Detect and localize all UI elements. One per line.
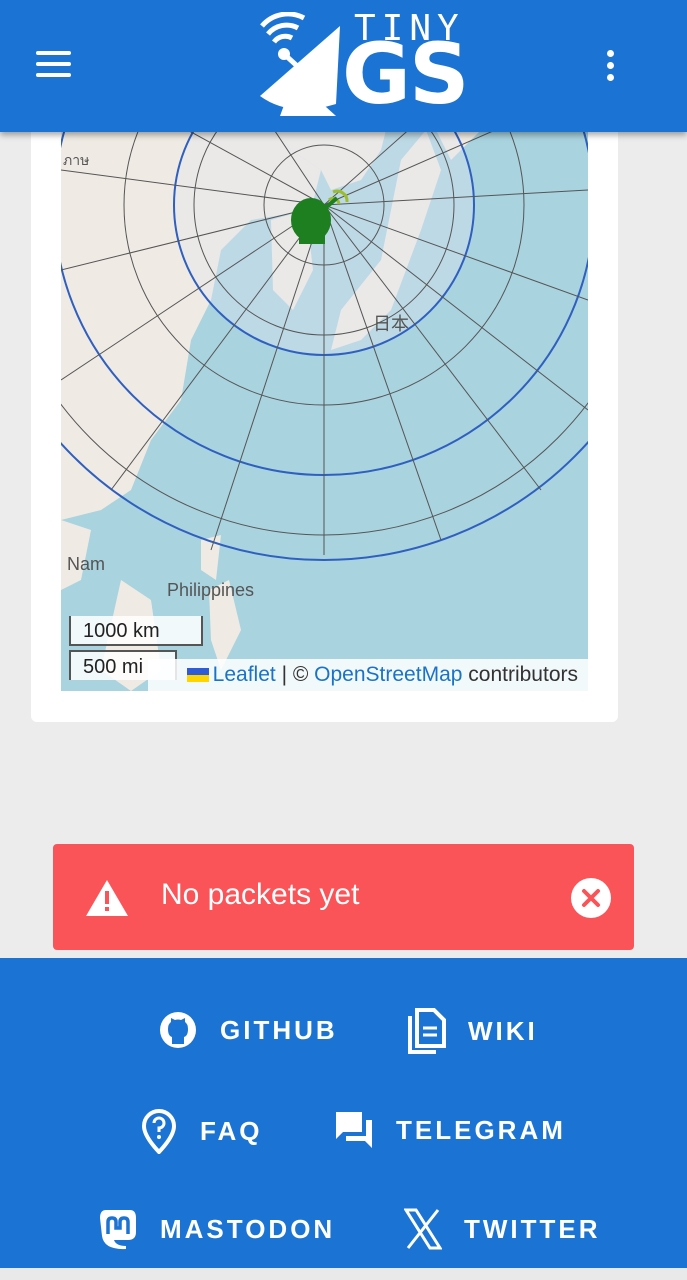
hamburger-menu-icon[interactable] — [30, 42, 76, 88]
footer-link-label: MASTODON — [160, 1213, 336, 1244]
top-app-bar: TINY GS — [0, 0, 687, 132]
map-label-nam: Nam — [67, 554, 106, 574]
map-tiles — [61, 110, 588, 691]
map-label-philippines: Philippines — [167, 580, 255, 600]
location-question-icon — [141, 1109, 177, 1154]
leaflet-link[interactable]: Leaflet — [213, 663, 276, 686]
close-circle-icon[interactable] — [571, 878, 611, 918]
openstreetmap-link[interactable]: OpenStreetMap — [314, 663, 462, 686]
footer-link-faq[interactable]: FAQ — [140, 1108, 262, 1154]
footer-link-github[interactable]: GITHUB — [158, 1010, 338, 1050]
alert-message: No packets yet — [161, 878, 360, 911]
no-packets-alert: No packets yet — [53, 844, 634, 950]
chat-icon — [336, 1112, 372, 1148]
footer-link-label: TWITTER — [464, 1213, 601, 1244]
footer-link-label: TELEGRAM — [396, 1114, 566, 1145]
footer-link-label: FAQ — [200, 1115, 263, 1146]
map-label-japan: 日本 — [373, 314, 409, 335]
attribution-separator: | © — [275, 663, 315, 686]
footer: GITHUB WIKI FAQ TELEGRAM MASTODON TWITTE… — [0, 958, 687, 1268]
footer-bottom-strip — [0, 1268, 687, 1280]
ukraine-flag-icon — [186, 668, 209, 683]
x-icon — [404, 1208, 442, 1250]
map-attribution: Leaflet | © OpenStreetMap contributors — [148, 659, 588, 691]
more-vertical-icon[interactable] — [594, 44, 628, 88]
footer-link-mastodon[interactable]: MASTODON — [98, 1208, 335, 1250]
footer-link-label: GITHUB — [220, 1014, 338, 1045]
tinygs-logo[interactable]: TINY GS — [250, 8, 485, 126]
document-icon — [408, 1008, 446, 1054]
footer-link-twitter[interactable]: TWITTER — [404, 1208, 601, 1250]
station-map[interactable]: ภาษ 日本 Nam Philippines 1000 km 500 mi Le… — [61, 110, 588, 691]
footer-link-telegram[interactable]: TELEGRAM — [334, 1110, 566, 1150]
logo-text-gs: GS — [342, 25, 469, 123]
attribution-contributors: contributors — [462, 663, 578, 686]
scale-km: 1000 km — [69, 616, 203, 646]
footer-link-wiki[interactable]: WIKI — [406, 1008, 538, 1054]
footer-link-label: WIKI — [468, 1015, 538, 1046]
github-icon — [160, 1012, 196, 1048]
satellite-dish-icon — [260, 12, 340, 116]
warning-icon — [86, 880, 128, 916]
map-label-top-left: ภาษ — [63, 153, 90, 169]
mastodon-icon — [100, 1210, 136, 1250]
